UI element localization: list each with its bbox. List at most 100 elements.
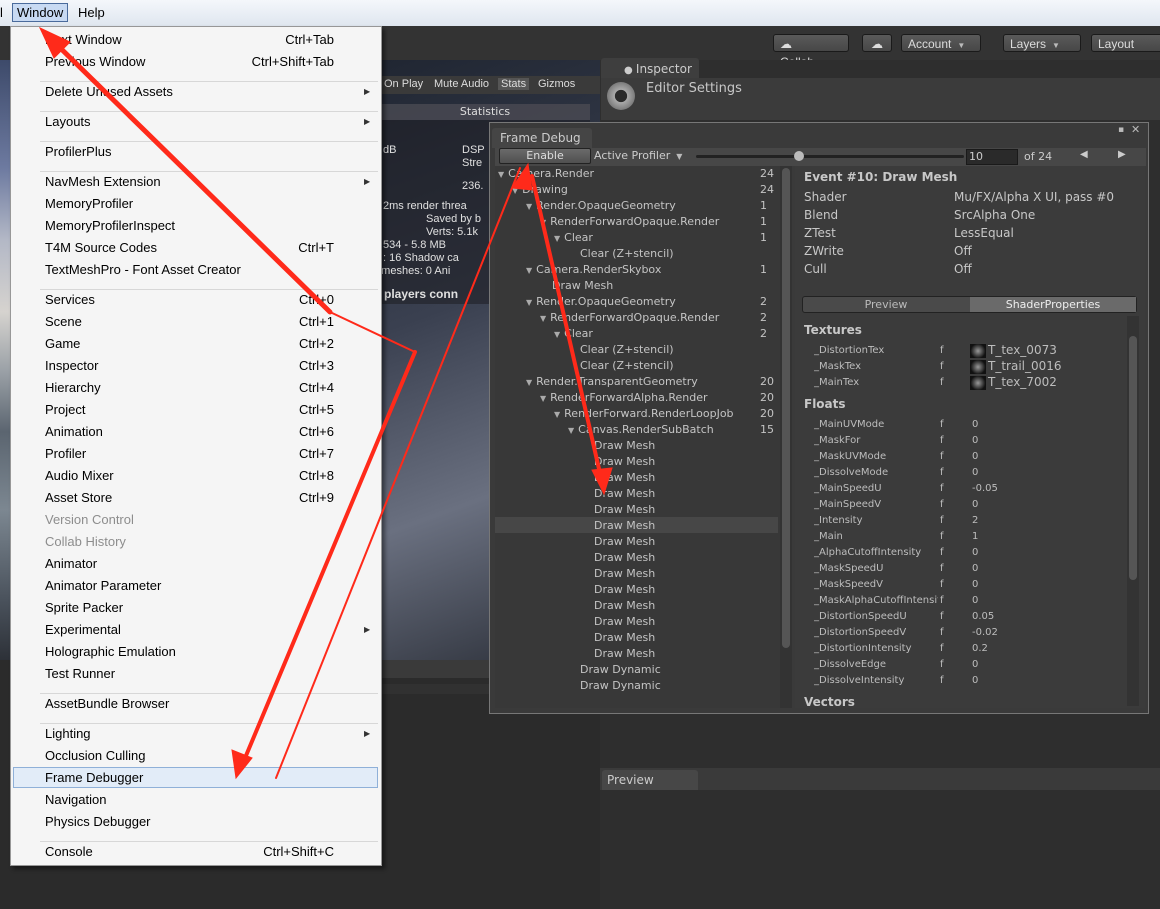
tree-row[interactable]: ▼ RenderForward.RenderLoopJob — [554, 406, 734, 422]
menu-item[interactable]: NavMesh Extension — [45, 174, 161, 189]
expand-triangle-icon[interactable]: ▼ — [568, 426, 574, 435]
window-menu-icon[interactable]: ▪ — [1118, 125, 1124, 135]
menu-item[interactable]: Lighting — [45, 726, 91, 741]
collab-button[interactable]: ☁ Collab▼ — [773, 34, 849, 69]
gizmos-dropdown[interactable]: Gizmos — [538, 78, 575, 90]
tree-row[interactable]: ▼ Drawing — [512, 182, 568, 198]
menu-window[interactable]: Window — [12, 3, 69, 22]
tree-row[interactable]: Draw Mesh — [594, 566, 655, 582]
menu-item[interactable]: Profiler — [45, 446, 86, 461]
layout-dropdown[interactable]: Layout — [1091, 34, 1160, 52]
menu-item[interactable]: Services — [45, 292, 95, 307]
event-slider-thumb[interactable] — [794, 151, 804, 161]
close-icon[interactable]: ✕ — [1131, 123, 1140, 136]
tree-row[interactable]: Draw Mesh — [552, 278, 613, 294]
stats-toggle[interactable]: Stats — [498, 78, 530, 90]
tree-row[interactable]: Draw Mesh — [594, 518, 655, 534]
menu-item[interactable]: Console — [45, 844, 93, 859]
mute-audio-toggle[interactable]: Mute Audio — [434, 78, 489, 90]
tree-row[interactable]: Clear (Z+stencil) — [580, 246, 674, 262]
menu-item[interactable]: Occlusion Culling — [45, 748, 145, 763]
tree-row[interactable]: ▼ Camera.RenderSkybox — [526, 262, 661, 278]
event-index-field[interactable]: 10 — [966, 149, 1018, 165]
expand-triangle-icon[interactable]: ▼ — [498, 170, 504, 179]
menu-item[interactable]: Previous Window — [45, 54, 145, 69]
expand-triangle-icon[interactable]: ▼ — [540, 394, 546, 403]
tree-row[interactable]: Draw Mesh — [594, 454, 655, 470]
enable-button[interactable]: Enable — [499, 148, 591, 164]
tree-row[interactable]: Clear (Z+stencil) — [580, 342, 674, 358]
menu-item[interactable]: Delete Unused Assets — [45, 84, 173, 99]
expand-triangle-icon[interactable]: ▼ — [526, 266, 532, 275]
details-scrollbar-thumb[interactable] — [1129, 336, 1137, 580]
tree-row[interactable]: ▼ Canvas.RenderSubBatch — [568, 422, 714, 438]
next-event-icon[interactable]: ▶ — [1118, 149, 1126, 160]
menu-item[interactable]: Layouts — [45, 114, 91, 129]
menu-item[interactable]: Experimental — [45, 622, 121, 637]
menu-item[interactable]: Game — [45, 336, 80, 351]
tree-row[interactable]: Draw Mesh — [594, 550, 655, 566]
tree-row[interactable]: Draw Mesh — [594, 582, 655, 598]
cloud-button[interactable]: ☁ — [862, 34, 892, 52]
menu-item[interactable]: TextMeshPro - Font Asset Creator — [45, 262, 241, 277]
tree-row[interactable]: Draw Mesh — [594, 470, 655, 486]
tree-row[interactable]: ▼ Clear — [554, 326, 593, 342]
tree-row[interactable]: Draw Mesh — [594, 614, 655, 630]
menu-item[interactable]: Navigation — [45, 792, 106, 807]
tree-row[interactable]: ▼ RenderForwardOpaque.Render — [540, 214, 719, 230]
tree-row[interactable]: Draw Dynamic — [580, 662, 661, 678]
active-profiler-dropdown[interactable]: Active Profiler ▼ — [594, 149, 682, 162]
tab-shader-properties[interactable]: ShaderProperties — [970, 297, 1136, 312]
menu-item[interactable]: Physics Debugger — [45, 814, 151, 829]
menu-help[interactable]: Help — [78, 5, 105, 20]
menu-item[interactable]: MemoryProfilerInspect — [45, 218, 175, 233]
menu-item[interactable]: Next Window — [45, 32, 122, 47]
maximize-on-play-toggle[interactable]: On Play — [384, 78, 423, 90]
tree-row[interactable]: ▼ RenderForwardOpaque.Render — [540, 310, 719, 326]
tree-row[interactable]: Draw Mesh — [594, 630, 655, 646]
menu-item[interactable]: Inspector — [45, 358, 98, 373]
menu-item[interactable]: Sprite Packer — [45, 600, 123, 615]
tree-row[interactable]: Draw Mesh — [594, 438, 655, 454]
expand-triangle-icon[interactable]: ▼ — [554, 330, 560, 339]
texture-thumbnail[interactable] — [970, 344, 986, 358]
menu-item[interactable]: Hierarchy — [45, 380, 101, 395]
expand-triangle-icon[interactable]: ▼ — [526, 378, 532, 387]
layers-dropdown[interactable]: Layers ▼ — [1003, 34, 1081, 52]
tree-row[interactable]: Draw Dynamic — [580, 678, 661, 694]
account-dropdown[interactable]: Account ▼ — [901, 34, 981, 52]
tree-row[interactable]: Draw Mesh — [594, 534, 655, 550]
tree-scrollbar-thumb[interactable] — [782, 168, 790, 648]
tab-preview-details[interactable]: Preview — [803, 297, 969, 312]
tree-row[interactable]: Draw Mesh — [594, 646, 655, 662]
menu-item[interactable]: Animator Parameter — [45, 578, 161, 593]
tree-row[interactable]: Draw Mesh — [594, 502, 655, 518]
menu-item[interactable]: Animation — [45, 424, 103, 439]
expand-triangle-icon[interactable]: ▼ — [540, 218, 546, 227]
tree-row[interactable]: ▼ Clear — [554, 230, 593, 246]
tree-row[interactable]: ▼ RenderForwardAlpha.Render — [540, 390, 708, 406]
tree-row[interactable]: ▼ Render.OpaqueGeometry — [526, 294, 676, 310]
event-slider[interactable] — [696, 155, 964, 158]
menu-item[interactable]: Test Runner — [45, 666, 115, 681]
menu-item[interactable]: Asset Store — [45, 490, 112, 505]
menu-item[interactable]: Audio Mixer — [45, 468, 114, 483]
menu-item[interactable]: Animator — [45, 556, 97, 571]
tree-row[interactable]: Draw Mesh — [594, 598, 655, 614]
expand-triangle-icon[interactable]: ▼ — [526, 202, 532, 211]
menu-item[interactable]: Scene — [45, 314, 82, 329]
texture-thumbnail[interactable] — [970, 360, 986, 374]
expand-triangle-icon[interactable]: ▼ — [554, 410, 560, 419]
tree-row[interactable]: ▼ Render.TransparentGeometry — [526, 374, 698, 390]
previous-event-icon[interactable]: ◀ — [1080, 149, 1088, 160]
texture-thumbnail[interactable] — [970, 376, 986, 390]
expand-triangle-icon[interactable]: ▼ — [540, 314, 546, 323]
menubar-partial-item[interactable]: l — [0, 5, 3, 20]
menu-item[interactable]: T4M Source Codes — [45, 240, 157, 255]
menu-item[interactable]: MemoryProfiler — [45, 196, 133, 211]
tree-row[interactable]: ▼ Render.OpaqueGeometry — [526, 198, 676, 214]
expand-triangle-icon[interactable]: ▼ — [554, 234, 560, 243]
menu-item[interactable]: ProfilerPlus — [45, 144, 111, 159]
tree-row[interactable]: Draw Mesh — [594, 486, 655, 502]
menu-item[interactable]: Frame Debugger — [45, 770, 143, 785]
